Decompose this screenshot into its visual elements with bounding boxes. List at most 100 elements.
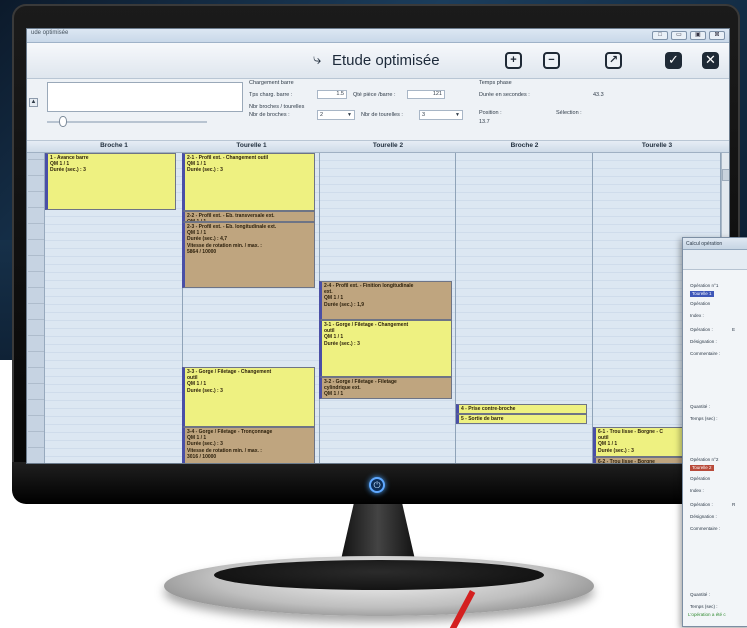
- arrow-step-icon: ⤷: [313, 51, 322, 68]
- operation-block[interactable]: 2-3 - Profil ext. - Eb. longitudinale ex…: [182, 222, 315, 288]
- operation-block[interactable]: 3-2 - Gorge / Filetage - Filetage cylindr…: [319, 377, 452, 399]
- window-title: ude optimisée: [31, 30, 69, 36]
- time-tick: [28, 319, 44, 320]
- temps-phase-label: Temps phase: [479, 80, 512, 86]
- gantt-header: Broche 1 Tourelle 1 Tourelle 2 Broche 2 …: [27, 141, 729, 153]
- nbr-tourelles-label: Nbr de tourelles :: [361, 112, 403, 118]
- calc-operation-dialog: Calcul opération Opération n°1 Tourelle …: [682, 237, 747, 627]
- operation-block[interactable]: 5 - Sortie de barre: [456, 414, 587, 424]
- duree-label: Durée en secondes :: [479, 92, 530, 98]
- page-title: Etude optimisée: [332, 52, 440, 69]
- close-window-button[interactable]: ⊠: [709, 31, 725, 40]
- tourelle-2-badge: Tourelle 2: [690, 465, 714, 471]
- operation-block[interactable]: 3-4 - Gorge / Filetage - Tronçonnage QM 1…: [182, 427, 315, 463]
- time-tick: [28, 335, 44, 336]
- window-controls: □ ▭ ▣ ⊠: [652, 31, 725, 40]
- time-tick: [28, 303, 44, 304]
- op2-quantite-label: Quantité :: [690, 592, 710, 597]
- time-tick: [28, 287, 44, 288]
- operation-text: Durée (sec.) : 3: [324, 340, 360, 347]
- zoom-slider-track[interactable]: [47, 121, 207, 123]
- op2-temps-label: Temps (sec) :: [690, 604, 718, 609]
- qte-piece-label: Qté pièce /barre :: [353, 92, 396, 98]
- qte-piece-field[interactable]: 121: [407, 90, 445, 99]
- op1-operation2-label: Opération :: [690, 327, 713, 332]
- operation-text: 3016 / 10000: [187, 453, 217, 460]
- time-tick: [28, 351, 44, 352]
- toolbar: ⤷ Etude optimisée + − ↗ ✓ ✕: [27, 43, 729, 79]
- gantt-chart: Broche 1 Tourelle 1 Tourelle 2 Broche 2 …: [27, 141, 729, 464]
- window-titlebar: ude optimisée □ ▭ ▣ ⊠: [27, 29, 729, 43]
- operation-text: QM 1 / 1: [324, 391, 344, 398]
- close-button[interactable]: ✕: [702, 52, 719, 69]
- column-header-tourelle-1: Tourelle 1: [236, 142, 267, 149]
- zoom-out-button[interactable]: −: [543, 52, 560, 69]
- operation-text: 4 - Prise contre-broche: [461, 406, 516, 412]
- time-tick: [28, 367, 44, 368]
- zoom-slider-thumb[interactable]: [59, 116, 67, 127]
- op2-operation-label: Opération: [690, 476, 711, 481]
- time-tick: [28, 463, 44, 464]
- zoom-in-button[interactable]: +: [505, 52, 522, 69]
- maximize-button[interactable]: ▣: [690, 31, 706, 40]
- op1-quantite-label: Quantité :: [690, 404, 710, 409]
- op2-operation-value: R: [732, 502, 736, 507]
- operation-block[interactable]: 2-1 - Profil ext. - Changement outil QM 1…: [182, 153, 315, 211]
- scroll-up-button[interactable]: ▲: [29, 98, 38, 107]
- validate-button[interactable]: ✓: [665, 52, 682, 69]
- position-value: 13.7: [479, 119, 490, 125]
- nbr-broches-label: Nbr de broches :: [249, 112, 290, 118]
- op1-operation-value: E: [732, 327, 736, 332]
- nbr-broches-tourelles-label: Nbr broches / tourelles: [249, 104, 305, 110]
- operation-block[interactable]: 2-4 - Profil ext. - Finition longitudina…: [319, 281, 452, 320]
- operation-text: Durée (sec.) : 3: [187, 387, 223, 394]
- tps-charg-field[interactable]: 1.5: [317, 90, 347, 99]
- time-tick: [28, 239, 44, 240]
- app-window: ude optimisée □ ▭ ▣ ⊠ ⤷ Etude optimisée …: [26, 28, 730, 464]
- nbr-tourelles-select[interactable]: 3: [419, 110, 463, 120]
- monitor-neck: [340, 504, 416, 564]
- time-tick: [28, 415, 44, 416]
- operation-text: Durée (sec.) : 1,9: [324, 301, 365, 308]
- time-tick: [28, 175, 44, 176]
- op2-designation-label: Désignation :: [690, 514, 717, 519]
- tourelle-1-badge: Tourelle 1: [690, 291, 714, 297]
- operation-block[interactable]: 2-2 - Profil ext. - Eb. transversale ext…: [182, 211, 315, 222]
- restore-button[interactable]: □: [652, 31, 668, 40]
- op2-operation2-label: Opération :: [690, 502, 713, 507]
- chart-icon[interactable]: ↗: [605, 52, 622, 69]
- column-header-broche-1: Broche 1: [100, 142, 128, 149]
- nbr-broches-select[interactable]: 2: [317, 110, 355, 120]
- column-header-tourelle-3: Tourelle 3: [641, 142, 673, 149]
- position-label: Position :: [479, 110, 502, 116]
- operation-text: Durée (sec.) : 3: [187, 167, 223, 174]
- op1-temps-label: Temps (sec) :: [690, 416, 718, 421]
- time-tick: [28, 255, 44, 256]
- duree-value: 43.3: [593, 92, 604, 98]
- status-message: L'opération a été c: [688, 612, 726, 617]
- op1-heading: Opération n°1: [690, 283, 719, 288]
- operation-text: Durée (sec.) : 3: [50, 167, 86, 174]
- operation-text: 5 - Sortie de barre: [461, 416, 504, 422]
- op2-commentaire-label: Commentaire :: [690, 526, 721, 531]
- op1-commentaire-label: Commentaire :: [690, 351, 721, 356]
- scrollbar-thumb[interactable]: [722, 169, 729, 181]
- time-tick: [28, 207, 44, 208]
- operation-block[interactable]: 1 - Avance barre QM 1 / 1 Durée (sec.) : 3: [45, 153, 176, 210]
- monitor-stand-top: [214, 560, 544, 590]
- tps-charg-label: Tps charg. barre :: [249, 92, 293, 98]
- column-header-broche-2: Broche 2: [510, 142, 539, 149]
- op2-heading: Opération n°2: [690, 457, 719, 462]
- selection-label: Sélection :: [556, 110, 582, 116]
- time-tick: [28, 271, 44, 272]
- dialog-header-strip: [683, 250, 747, 270]
- column-header-tourelle-2: Tourelle 2: [372, 142, 404, 149]
- minimize-button[interactable]: ▭: [671, 31, 687, 40]
- operation-block[interactable]: 3-1 - Gorge / Filetage - Changement outil…: [319, 320, 452, 377]
- comment-input[interactable]: [47, 82, 243, 112]
- operation-block[interactable]: 4 - Prise contre-broche: [456, 404, 587, 414]
- operation-block[interactable]: 3-3 - Gorge / Filetage - Changement outil…: [182, 367, 315, 427]
- power-icon[interactable]: ⏻: [369, 477, 385, 493]
- chargement-barre-label: Chargement barre: [249, 80, 294, 86]
- time-tick: [28, 399, 44, 400]
